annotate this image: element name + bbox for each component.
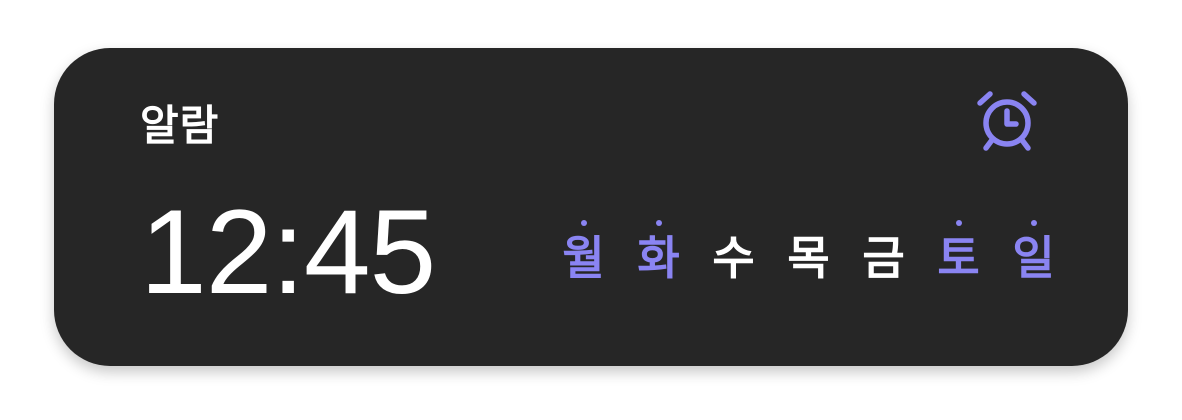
- day-wed[interactable]: 수: [696, 222, 771, 294]
- day-label: 수: [712, 231, 755, 285]
- day-label: 월: [562, 231, 605, 285]
- day-sun[interactable]: 일: [996, 220, 1071, 294]
- selected-dot: [955, 220, 962, 226]
- selected-dot: [1030, 220, 1037, 226]
- day-tue[interactable]: 화: [621, 220, 696, 294]
- day-sat[interactable]: 토: [921, 220, 996, 294]
- day-label: 일: [1012, 231, 1055, 285]
- day-fri[interactable]: 금: [846, 222, 921, 294]
- alarm-time[interactable]: 12:45: [140, 182, 436, 322]
- day-label: 토: [937, 231, 980, 285]
- selected-dot: [655, 220, 662, 226]
- alarm-clock-icon: [977, 91, 1037, 151]
- selected-dot: [580, 220, 587, 226]
- repeat-days: 월 화 수 목 금 토 일: [546, 220, 1071, 294]
- day-label: 금: [862, 231, 905, 285]
- day-mon[interactable]: 월: [546, 220, 621, 294]
- day-thu[interactable]: 목: [771, 222, 846, 294]
- day-label: 화: [637, 231, 680, 285]
- day-label: 목: [787, 231, 830, 285]
- widget-title: 알람: [140, 101, 220, 150]
- alarm-widget[interactable]: 알람 12:45 월 화 수 목 금 토 일: [54, 48, 1128, 366]
